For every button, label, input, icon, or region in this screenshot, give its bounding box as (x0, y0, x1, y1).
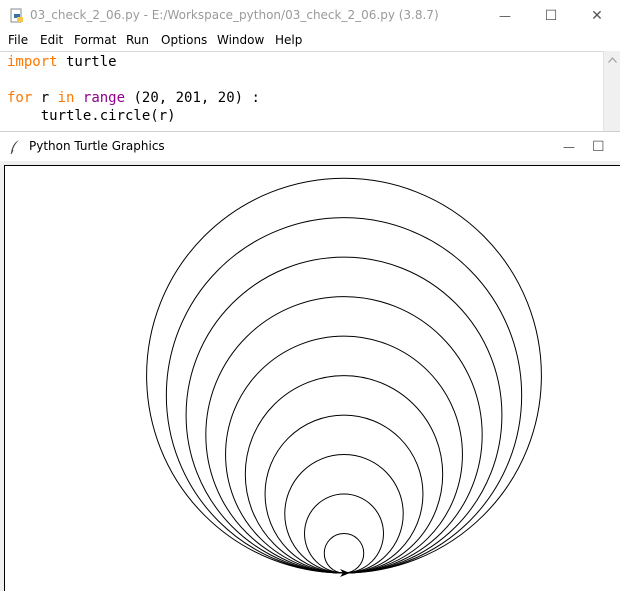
maximize-button[interactable]: ☐ (528, 0, 574, 32)
code-line-3: for r in range (20, 201, 20) : (7, 90, 260, 106)
circle-r-60 (284, 454, 404, 574)
minimize-button[interactable]: — (482, 0, 528, 32)
keyword-in: in (57, 90, 75, 106)
minimize-icon: — (499, 9, 511, 23)
turtle-drawing (146, 177, 542, 577)
code-editor[interactable]: import turtle for r in range (20, 201, 2… (0, 51, 603, 132)
menu-window[interactable]: Window (217, 33, 264, 47)
turtle-maximize-button[interactable]: ☐ (592, 132, 620, 162)
python-file-icon (10, 8, 23, 23)
circle-r-140 (205, 296, 483, 574)
close-icon: ✕ (591, 8, 603, 24)
menu-format[interactable]: Format (74, 33, 116, 47)
loop-variable: r (32, 90, 58, 106)
editor-scrollbar[interactable] (603, 51, 620, 131)
circle-r-100 (244, 375, 444, 574)
menu-file[interactable]: File (8, 33, 28, 47)
turtle-title-bar[interactable]: Python Turtle Graphics — ☐ (0, 131, 620, 162)
feather-icon (10, 140, 19, 155)
menu-bar: File Edit Format Run Options Window Help (0, 32, 620, 51)
minimize-icon: — (563, 140, 575, 154)
builtin-range: range (82, 90, 126, 106)
maximize-icon: ☐ (544, 8, 558, 24)
window-title: 03_check_2_06.py - E:/Workspace_python/0… (30, 8, 439, 22)
idle-title-bar[interactable]: 03_check_2_06.py - E:/Workspace_python/0… (0, 0, 620, 32)
range-arguments: (20, 201, 20) : (125, 90, 260, 106)
menu-help[interactable]: Help (275, 33, 302, 47)
scroll-up-arrow-icon[interactable] (604, 53, 620, 67)
keyword-for: for (7, 90, 33, 106)
module-name: turtle (57, 54, 117, 70)
turtle-canvas[interactable] (4, 165, 620, 591)
desktop: 03_check_2_06.py - E:/Workspace_python/0… (0, 0, 620, 591)
close-button[interactable]: ✕ (574, 0, 620, 32)
menu-run[interactable]: Run (126, 33, 149, 47)
code-line-1: import turtle (7, 54, 117, 70)
keyword-import: import (7, 54, 58, 70)
menu-edit[interactable]: Edit (40, 33, 63, 47)
maximize-icon: ☐ (592, 139, 605, 155)
code-line-4: turtle.circle(r) (7, 108, 176, 124)
turtle-window-title: Python Turtle Graphics (29, 139, 165, 153)
menu-options[interactable]: Options (161, 33, 207, 47)
turtle-minimize-button[interactable]: — (546, 132, 592, 162)
circle-r-180 (165, 217, 523, 574)
circle-r-20 (323, 533, 365, 574)
